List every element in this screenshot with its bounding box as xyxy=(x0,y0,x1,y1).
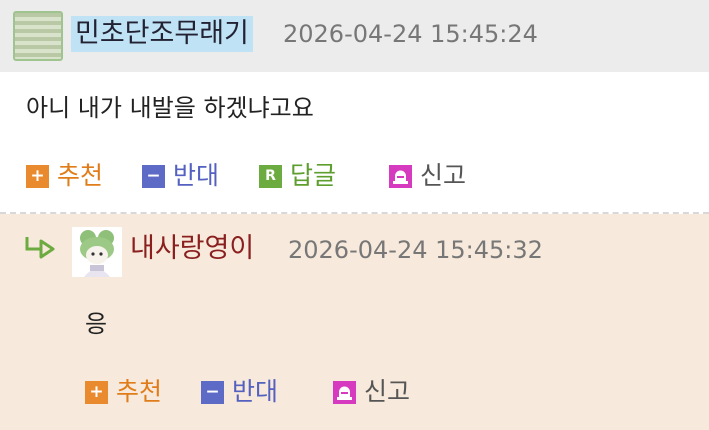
oppose-button[interactable]: − 반대 xyxy=(201,376,278,408)
report-button[interactable]: 신고 xyxy=(389,160,466,192)
plus-icon: + xyxy=(85,380,108,404)
comment-datetime: 2026-04-24 15:45:24 xyxy=(283,20,538,48)
comment-nickname[interactable]: 민초단조무래기 xyxy=(71,16,253,52)
plus-icon: + xyxy=(26,164,49,188)
reply-text: 응 xyxy=(85,310,108,338)
minus-icon: − xyxy=(201,380,224,404)
comment-text: 아니 내가 내발을 하겠냐고요 xyxy=(26,94,314,122)
minus-icon: − xyxy=(142,164,165,188)
oppose-button[interactable]: − 반대 xyxy=(142,160,219,192)
reply-datetime: 2026-04-24 15:45:32 xyxy=(288,236,543,264)
recommend-label: 추천 xyxy=(116,377,163,406)
siren-icon xyxy=(389,164,412,188)
siren-icon xyxy=(333,380,356,404)
recommend-button[interactable]: + 추천 xyxy=(26,160,103,192)
reply-r-icon: R xyxy=(259,164,282,188)
recommend-button[interactable]: + 추천 xyxy=(85,376,162,408)
oppose-label: 반대 xyxy=(173,161,220,190)
reply-label: 답글 xyxy=(290,161,337,190)
comment-item: 민초단조무래기 2026-04-24 15:45:24 아니 내가 내발을 하겠… xyxy=(0,0,709,214)
avatar[interactable] xyxy=(72,227,122,277)
oppose-label: 반대 xyxy=(232,377,279,406)
reply-arrow-icon xyxy=(25,237,55,259)
reply-nickname[interactable]: 내사랑영이 xyxy=(130,231,254,267)
reply-button[interactable]: R 답글 xyxy=(259,160,336,192)
report-label: 신고 xyxy=(364,377,411,406)
report-button[interactable]: 신고 xyxy=(333,376,410,408)
recommend-label: 추천 xyxy=(57,161,104,190)
comment-header: 민초단조무래기 2026-04-24 15:45:24 xyxy=(0,0,709,72)
report-label: 신고 xyxy=(420,161,467,190)
avatar[interactable] xyxy=(13,11,63,61)
